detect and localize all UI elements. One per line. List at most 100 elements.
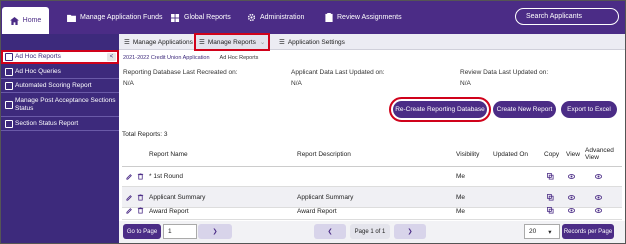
- export-to-excel-button[interactable]: Export to Excel: [561, 101, 617, 118]
- total-reports: Total Reports: 3: [122, 131, 168, 138]
- records-per-page-select[interactable]: 20 ▾: [524, 224, 560, 239]
- chevron-right-icon: ❯: [407, 229, 413, 235]
- top-navigation-bar: Home Manage Application Funds Global Rep…: [1, 1, 625, 34]
- column-view: View: [566, 151, 580, 158]
- sidebar-item-section-status-report[interactable]: Section Status Report: [1, 117, 119, 131]
- sub-navigation: ☰ Manage Applications ☰ Manage Reports ⌄…: [119, 33, 625, 51]
- sidebar-item-ad-hoc-queries[interactable]: Ad Hoc Queries: [1, 65, 119, 79]
- previous-page-button[interactable]: ❮: [314, 224, 346, 239]
- tab-label: Manage Reports: [207, 38, 256, 46]
- pagination-bar: Go to Page 1 ❯ ❮ Page 1 of 1 ❯ 20 ▾ Reco…: [119, 221, 625, 243]
- reporting-db-value: N/A: [123, 80, 134, 87]
- sidebar-item-label: Section Status Report: [15, 119, 79, 127]
- recreate-reporting-database-button[interactable]: Re-Create Reporting Database: [389, 97, 491, 122]
- column-advanced-view: Advanced View: [585, 147, 614, 161]
- view-icon[interactable]: [568, 207, 575, 214]
- chevron-down-icon: ⌄: [259, 39, 266, 46]
- nav-administration[interactable]: Administration: [241, 1, 310, 34]
- page-indicator: Page 1 of 1: [350, 224, 390, 239]
- table-row: Award Report Award Report Me: [122, 202, 622, 220]
- report-visibility: Me: [456, 173, 466, 180]
- delete-icon[interactable]: [137, 207, 144, 214]
- review-data-label: Review Data Last Updated on:: [460, 69, 549, 76]
- search-placeholder: Search Applicants: [526, 13, 583, 20]
- report-name[interactable]: * 1st Round: [149, 166, 183, 187]
- edit-icon[interactable]: [126, 194, 133, 201]
- grid-icon: [171, 13, 180, 22]
- go-arrow-button[interactable]: ❯: [198, 224, 232, 239]
- nav-manage-application-funds[interactable]: Manage Application Funds: [61, 1, 169, 34]
- tab-label: Application Settings: [287, 38, 345, 46]
- breadcrumb-application[interactable]: 2021-2022 Credit Union Application: [123, 55, 210, 61]
- report-name[interactable]: Award Report: [149, 202, 189, 220]
- records-per-page-value: 20: [529, 228, 537, 235]
- delete-icon[interactable]: [137, 173, 144, 180]
- sidebar-item-label: Ad Hoc Reports: [15, 52, 61, 60]
- chevron-right-icon: ❯: [212, 229, 218, 235]
- sidebar-item-label: Manage Post Acceptance Sections Status: [15, 96, 116, 112]
- collapse-sidebar-button[interactable]: <: [107, 52, 116, 61]
- edit-icon[interactable]: [126, 173, 133, 180]
- column-visibility[interactable]: Visibility: [456, 151, 479, 158]
- advanced-view-icon[interactable]: [595, 173, 602, 180]
- nav-label: Review Assignments: [337, 14, 402, 21]
- nav-label: Global Reports: [184, 14, 231, 21]
- create-new-report-button[interactable]: Create New Report: [493, 101, 556, 118]
- nav-label: Administration: [260, 14, 305, 21]
- nav-home[interactable]: Home: [2, 7, 49, 34]
- clipboard-icon: [325, 13, 333, 22]
- search-input[interactable]: Search Applicants: [515, 8, 619, 25]
- menu-icon: ☰: [199, 39, 205, 46]
- column-report-description[interactable]: Report Description: [297, 151, 351, 158]
- report-icon: [5, 81, 13, 90]
- report-icon: [5, 100, 13, 109]
- sidebar-item-label: Ad Hoc Queries: [15, 67, 61, 75]
- report-visibility: Me: [456, 207, 466, 215]
- report-description: Award Report: [297, 207, 337, 215]
- sidebar-item-label: Automated Scoring Report: [15, 81, 92, 89]
- gear-icon: [247, 13, 256, 22]
- report-icon: [5, 52, 13, 61]
- column-report-name[interactable]: Report Name: [149, 151, 188, 158]
- review-data-value: N/A: [460, 80, 471, 87]
- column-copy: Copy: [544, 151, 560, 158]
- next-page-button[interactable]: ❯: [394, 224, 426, 239]
- column-updated-on[interactable]: Updated On: [493, 151, 528, 158]
- tab-manage-reports[interactable]: ☰ Manage Reports ⌄: [193, 33, 271, 51]
- delete-icon[interactable]: [137, 194, 144, 201]
- copy-icon[interactable]: [547, 207, 554, 214]
- tab-manage-applications[interactable]: ☰ Manage Applications: [124, 34, 193, 50]
- view-icon[interactable]: [568, 194, 575, 201]
- go-to-page-button[interactable]: Go to Page: [123, 224, 161, 239]
- copy-icon[interactable]: [547, 194, 554, 201]
- applicant-data-label: Applicant Data Last Updated on:: [291, 69, 385, 76]
- tab-application-settings[interactable]: ☰ Application Settings: [279, 34, 345, 50]
- menu-icon: ☰: [124, 39, 130, 46]
- chevron-down-icon: ▾: [548, 228, 552, 236]
- reporting-db-label: Reporting Database Last Recreated on:: [123, 69, 238, 76]
- breadcrumb: 2021-2022 Credit Union Application Ad Ho…: [119, 52, 625, 63]
- copy-icon[interactable]: [547, 173, 554, 180]
- nav-label: Manage Application Funds: [80, 14, 163, 21]
- chevron-left-icon: ❮: [327, 229, 333, 235]
- applicant-data-value: N/A: [291, 80, 302, 87]
- table-row: * 1st Round Me: [122, 166, 622, 187]
- view-icon[interactable]: [568, 173, 575, 180]
- breadcrumb-current: Ad Hoc Reports: [219, 54, 259, 61]
- tab-label: Manage Applications: [132, 38, 193, 46]
- sidebar-item-ad-hoc-reports[interactable]: Ad Hoc Reports <: [1, 50, 119, 64]
- advanced-view-icon[interactable]: [595, 207, 602, 214]
- menu-icon: ☰: [279, 39, 285, 46]
- query-icon: [5, 67, 13, 76]
- nav-global-reports[interactable]: Global Reports: [165, 1, 237, 34]
- advanced-view-icon[interactable]: [595, 194, 602, 201]
- sidebar-item-automated-scoring-report[interactable]: Automated Scoring Report: [1, 79, 119, 93]
- table-header: Report Name Report Description Visibilit…: [122, 140, 622, 167]
- folder-icon: [67, 14, 76, 22]
- records-per-page-button[interactable]: Records per Page: [562, 224, 614, 239]
- page-number-input[interactable]: 1: [163, 224, 197, 239]
- sidebar-item-manage-post-acceptance[interactable]: Manage Post Acceptance Sections Status: [1, 93, 119, 117]
- nav-review-assignments[interactable]: Review Assignments: [319, 1, 408, 34]
- report-icon: [5, 119, 13, 128]
- edit-icon[interactable]: [126, 207, 133, 214]
